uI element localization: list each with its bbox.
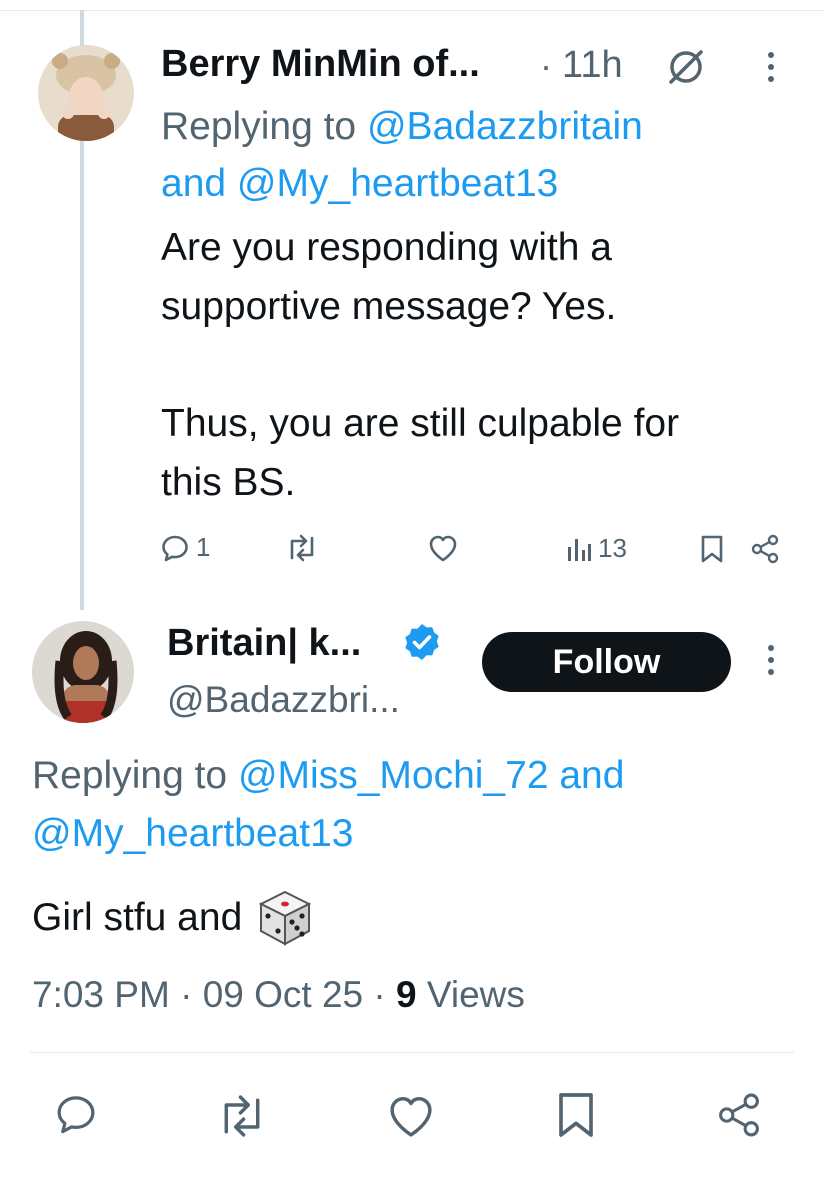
reply-time[interactable]: 11h	[562, 44, 623, 87]
dot-separator: ·	[180, 974, 193, 1015]
views-button[interactable]: 13	[566, 533, 627, 564]
main-author-handle[interactable]: @Badazzbri...	[167, 679, 400, 721]
mention-link[interactable]: @Miss_Mochi_72	[238, 754, 549, 797]
like-button[interactable]	[428, 534, 458, 562]
reply-button[interactable]: 1	[160, 532, 210, 563]
main-retweet-button[interactable]	[215, 1094, 269, 1143]
main-like-button[interactable]	[386, 1094, 436, 1143]
main-share-button[interactable]	[716, 1092, 762, 1143]
verified-icon	[402, 622, 442, 662]
game-die-icon	[256, 889, 314, 947]
replying-and: and	[161, 162, 227, 205]
tweet-timestamp[interactable]: 7:03 PM	[32, 974, 170, 1015]
views-count: 9	[396, 974, 417, 1015]
share-icon	[751, 534, 779, 564]
retweet-icon	[290, 534, 314, 562]
replying-and: and	[559, 754, 625, 797]
like-icon	[429, 535, 457, 562]
main-tweet-text: Girl stfu and	[32, 896, 243, 939]
share-button[interactable]	[750, 534, 780, 564]
retweet-button[interactable]	[285, 534, 319, 562]
main-bookmark-button[interactable]	[556, 1090, 596, 1145]
retweet-icon	[224, 1095, 260, 1137]
action-bar-divider	[30, 1052, 794, 1053]
views-icon	[568, 538, 591, 561]
replying-to-label: Replying to	[32, 754, 228, 797]
reply-author-name[interactable]: Berry MinMin of...	[161, 43, 480, 86]
reply-time-separator: ·	[540, 45, 552, 86]
bookmark-icon	[559, 1093, 593, 1137]
reply-text-line: Are you responding with a	[161, 226, 612, 269]
like-icon	[390, 1096, 432, 1137]
follow-button[interactable]: Follow	[482, 632, 731, 692]
tweet-date[interactable]: 09 Oct 25	[203, 974, 363, 1015]
views-label: Views	[426, 974, 525, 1015]
mention-link[interactable]: @My_heartbeat13	[237, 162, 558, 205]
avatar-berry[interactable]	[38, 45, 134, 141]
bookmark-icon	[701, 535, 723, 563]
replying-to-label: Replying to	[161, 105, 357, 148]
more-icon[interactable]	[766, 645, 776, 677]
reply-icon	[57, 1096, 95, 1134]
reply-icon	[162, 535, 188, 561]
avatar-britain[interactable]	[32, 621, 134, 723]
reply-count: 1	[196, 532, 211, 562]
more-icon[interactable]	[766, 52, 776, 84]
reply-text-line: supportive message? Yes.	[161, 285, 617, 328]
main-author-name[interactable]: Britain| k...	[167, 622, 361, 665]
share-icon	[719, 1093, 759, 1137]
main-reply-button[interactable]	[54, 1092, 98, 1141]
reply-text-line: Thus, you are still culpable for	[161, 402, 680, 445]
top-divider	[0, 10, 824, 11]
mention-link[interactable]: @My_heartbeat13	[32, 805, 353, 863]
mention-link[interactable]: @Badazzbritain	[367, 105, 643, 148]
reply-text-line: this BS.	[161, 461, 296, 504]
no-sync-icon	[664, 45, 708, 89]
dot-separator: ·	[373, 974, 386, 1015]
bookmark-button[interactable]	[700, 534, 724, 564]
view-count: 13	[598, 533, 627, 563]
